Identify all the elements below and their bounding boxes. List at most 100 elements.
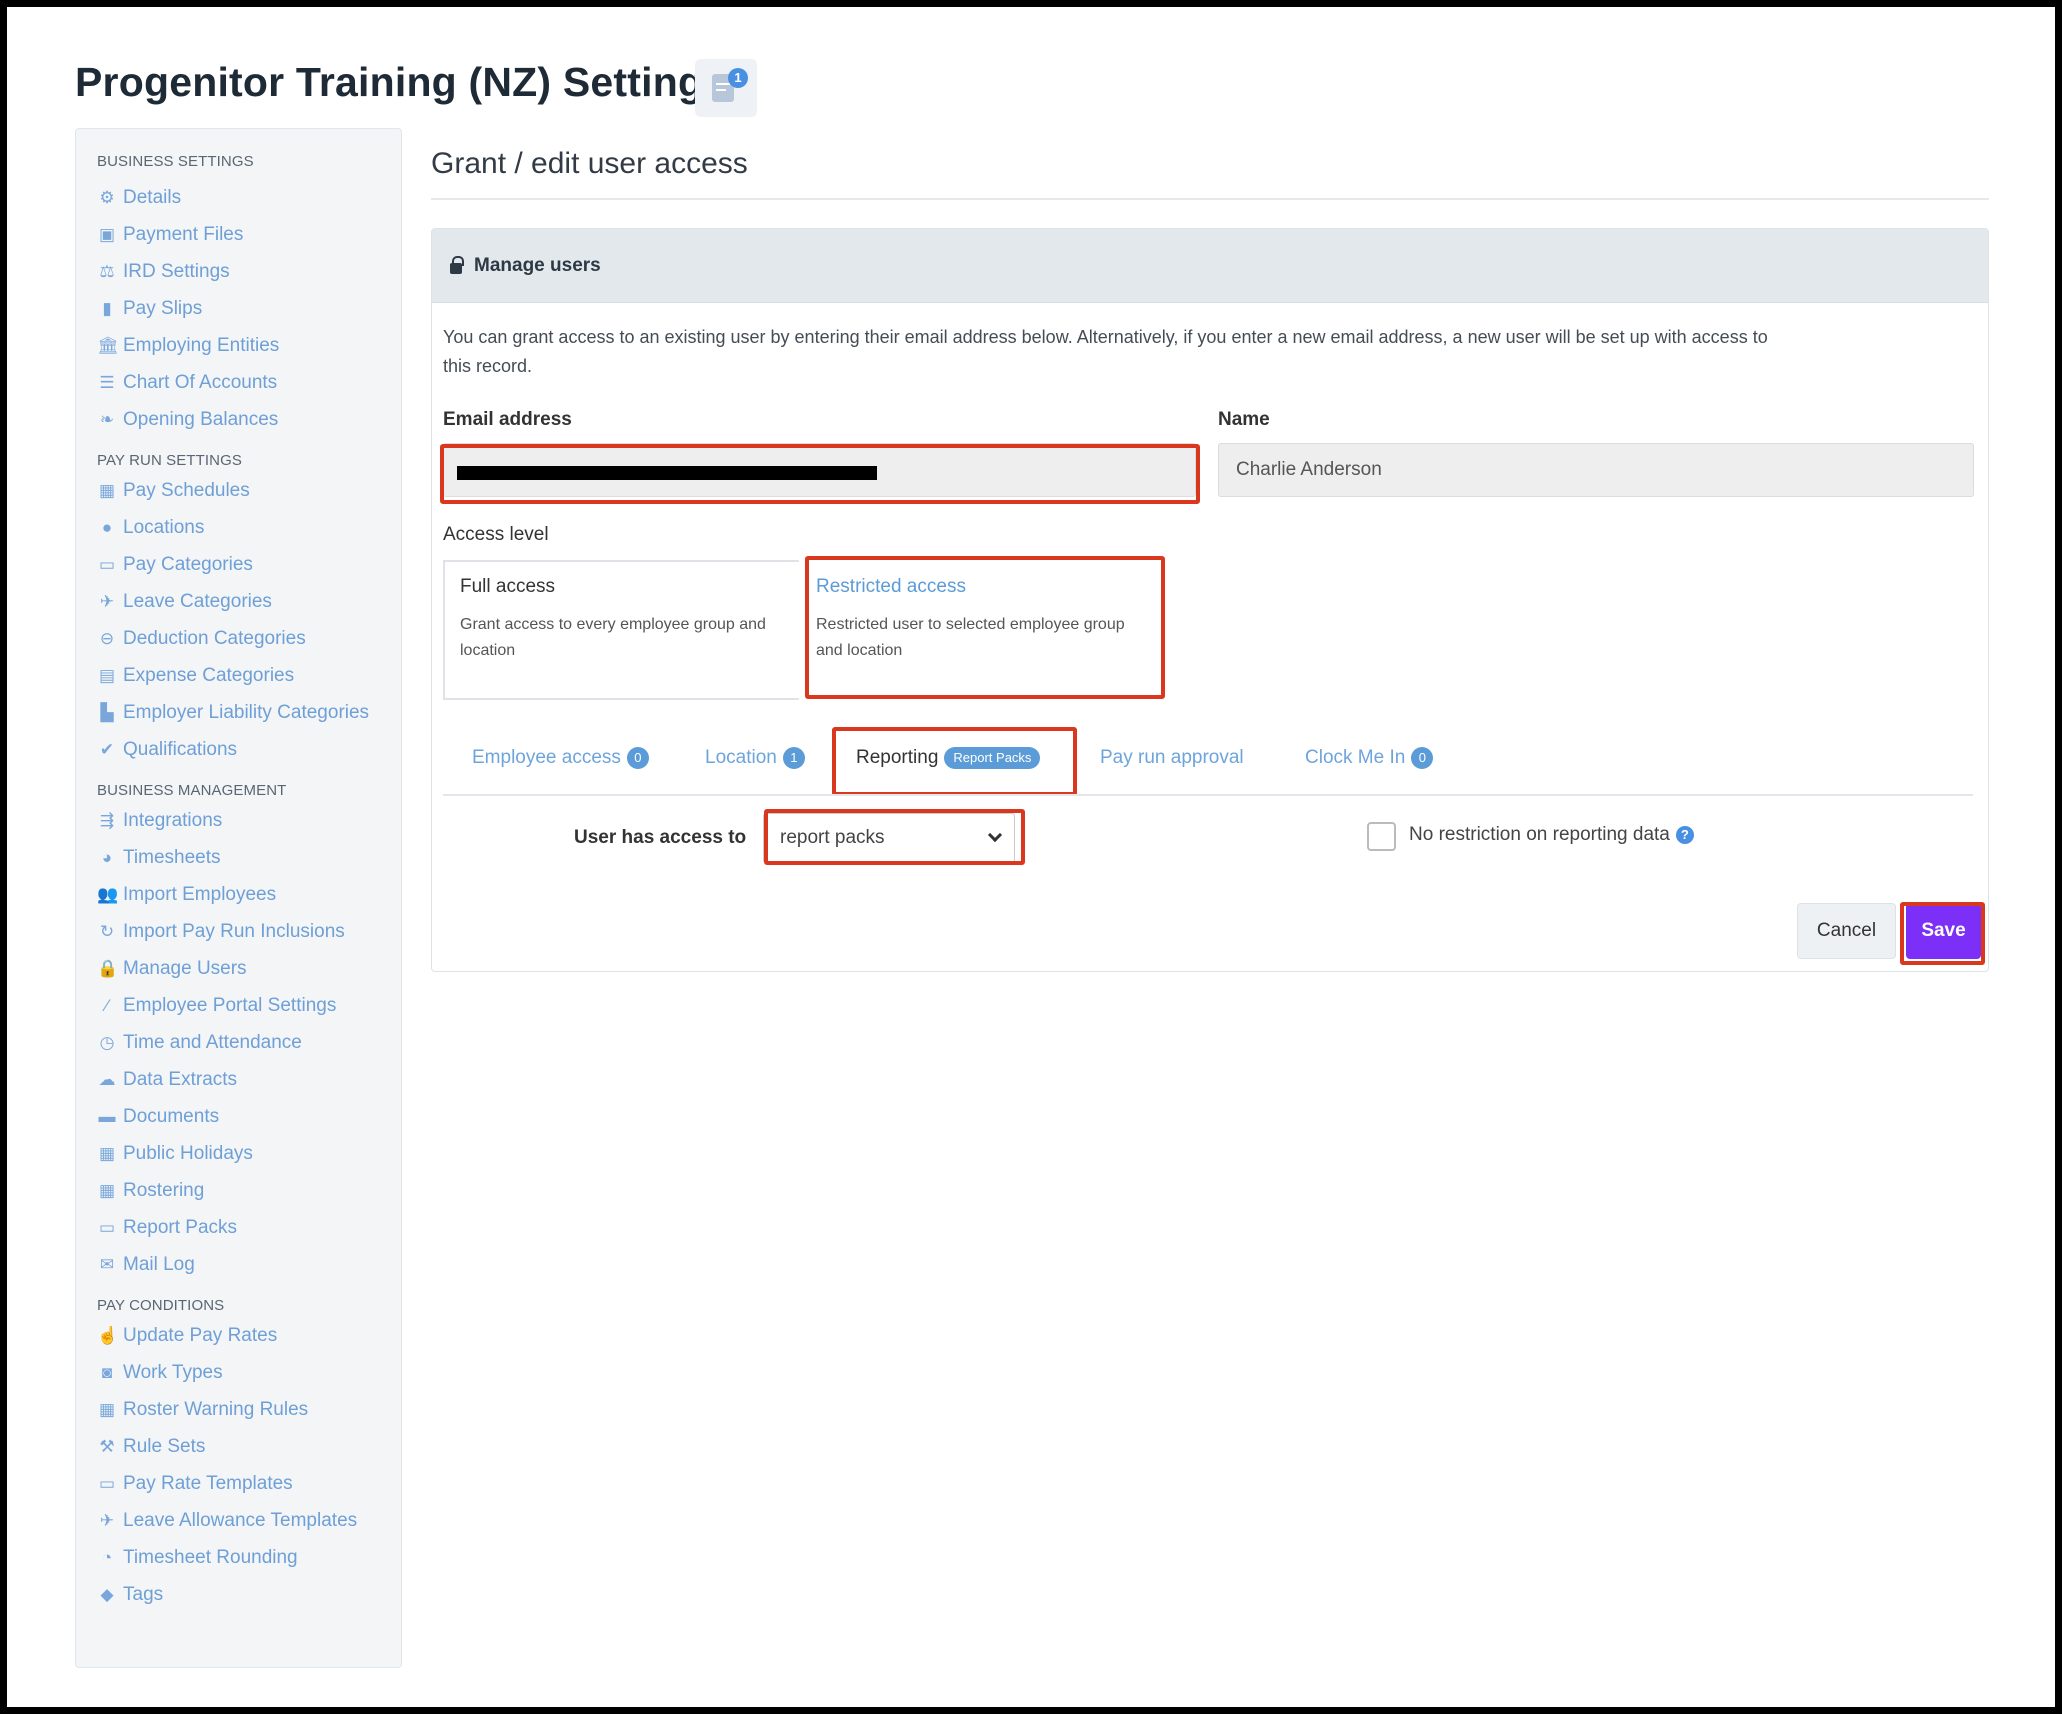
integrations-icon: ⇶ (99, 810, 115, 830)
tab-pay-run-approval[interactable]: Pay run approval (1100, 743, 1244, 773)
leaf-icon: ❧ (99, 409, 115, 429)
minus-circle-icon: ⊖ (99, 628, 115, 648)
location-count: 1 (782, 747, 805, 769)
sidebar-item-documents[interactable]: ▬ Documents (97, 1098, 401, 1135)
sidebar-item-employing-entities[interactable]: 🏛 Employing Entities (97, 327, 401, 364)
folder-icon: ▬ (98, 1106, 116, 1126)
notes-icon[interactable]: 1 (695, 59, 757, 117)
help-icon[interactable]: ? (1675, 826, 1694, 844)
sidebar-item-pay-rate-templates[interactable]: ▭ Pay Rate Templates (97, 1465, 401, 1502)
sidebar-item-rule-sets[interactable]: ⚒ Rule Sets (97, 1428, 401, 1465)
panel-header: Manage users (432, 229, 1988, 303)
sidebar-item-import-pay-run-inclusions[interactable]: ↻ Import Pay Run Inclusions (97, 913, 401, 950)
tab-location[interactable]: Location 1 (705, 743, 805, 773)
full-access-title: Full access (460, 576, 556, 597)
sidebar-item-leave-allowance-templates[interactable]: ✈ Leave Allowance Templates (97, 1502, 401, 1539)
clock-icon: ◔ (101, 1547, 113, 1567)
sidebar-item-timesheet-rounding[interactable]: ◔ Timesheet Rounding (97, 1539, 401, 1576)
sidebar-item-qualifications[interactable]: ✔ Qualifications (97, 731, 401, 768)
clock-icon: ◕ (101, 847, 113, 867)
sidebar-item-data-extracts[interactable]: ☁ Data Extracts (97, 1061, 401, 1098)
sidebar-item-report-packs[interactable]: ▭ Report Packs (97, 1209, 401, 1246)
save-button[interactable]: Save (1906, 903, 1981, 959)
file-icon: ▮ (102, 298, 112, 318)
lock-icon (450, 255, 464, 274)
sidebar-item-tags[interactable]: ◆ Tags (97, 1576, 401, 1613)
cancel-button[interactable]: Cancel (1797, 903, 1896, 959)
money-icon: ▭ (98, 1473, 116, 1493)
chevron-down-icon (987, 827, 1003, 843)
settings-sidebar: BUSINESS SETTINGS ⚙ Details ▣ Payment File… (75, 128, 402, 1668)
sidebar-item-import-employees[interactable]: 👥 Import Employees (97, 876, 401, 913)
notes-count-badge: 1 (728, 68, 748, 88)
sidebar-heading-business-settings: BUSINESS SETTINGS (97, 153, 254, 170)
sidebar-item-work-types[interactable]: ◙ Work Types (97, 1354, 401, 1391)
sidebar-heading-pay-conditions: PAY CONDITIONS (97, 1297, 225, 1314)
cloud-download-icon: ☁ (98, 1069, 116, 1089)
sidebar-item-leave-categories[interactable]: ✈ Leave Categories (97, 583, 401, 620)
sidebar-item-rostering[interactable]: ▦ Rostering (97, 1172, 401, 1209)
access-level-label: Access level (443, 524, 549, 545)
tab-reporting[interactable]: Reporting Report Packs (856, 743, 1041, 773)
report-access-select[interactable]: report packs (763, 813, 1015, 863)
sidebar-item-update-pay-rates[interactable]: ☝ Update Pay Rates (97, 1317, 401, 1354)
sidebar-item-roster-warning-rules[interactable]: ▦ Roster Warning Rules (97, 1391, 401, 1428)
sidebar-item-opening-balances[interactable]: ❧ Opening Balances (97, 401, 401, 438)
tab-employee-access[interactable]: Employee access 0 (472, 743, 649, 773)
email-field[interactable] (443, 443, 1196, 497)
screenshot-frame: Progenitor Training (NZ) Settings 1 BUSI… (7, 7, 2055, 1707)
lock-icon: 🔒 (97, 958, 119, 978)
sidebar-item-locations[interactable]: ● Locations (97, 509, 401, 546)
sidebar-item-employee-portal-settings[interactable]: ⁄ Employee Portal Settings (97, 987, 401, 1024)
refresh-icon: ↻ (99, 921, 115, 941)
sidebar-item-integrations[interactable]: ⇶ Integrations (97, 802, 401, 839)
sidebar-item-timesheets[interactable]: ◕ Timesheets (97, 839, 401, 876)
envelope-icon: ✉ (99, 1254, 115, 1274)
name-label: Name (1218, 409, 1270, 430)
page-title: Progenitor Training (NZ) Settings (75, 59, 727, 105)
sidebar-item-employer-liability-categories[interactable]: ▙ Employer Liability Categories (97, 694, 401, 731)
sidebar-item-deduction-categories[interactable]: ⊖ Deduction Categories (97, 620, 401, 657)
name-field[interactable]: Charlie Anderson (1218, 443, 1974, 497)
institution-icon: 🏛 (97, 335, 119, 355)
calendar-icon: ▦ (98, 1180, 116, 1200)
calendar-warning-icon: ▦ (98, 1399, 116, 1419)
intro-text: You can grant access to an existing user… (443, 327, 1768, 376)
sidebar-item-payment-files[interactable]: ▣ Payment Files (97, 216, 401, 253)
plane-icon: ✈ (99, 1510, 115, 1530)
restricted-access-option[interactable]: Restricted access Restricted user to sel… (799, 560, 1155, 700)
list-icon: ☰ (99, 372, 115, 392)
users-icon: 👥 (97, 884, 119, 904)
sidebar-item-pay-categories[interactable]: ▭ Pay Categories (97, 546, 401, 583)
email-label: Email address (443, 409, 572, 430)
sidebar-item-expense-categories[interactable]: ▤ Expense Categories (97, 657, 401, 694)
sidebar-item-details[interactable]: ⚙ Details (97, 179, 401, 216)
scales-icon: ⚖ (99, 261, 115, 281)
sidebar-heading-pay-run-settings: PAY RUN SETTINGS (97, 452, 242, 469)
full-access-option[interactable]: Full access Grant access to every employ… (443, 560, 801, 700)
gear-icon: ⚙ (99, 187, 115, 207)
sidebar-item-ird-settings[interactable]: ⚖ IRD Settings (97, 253, 401, 290)
manage-users-panel: Manage users You can grant access to an … (431, 228, 1989, 972)
tab-clock-me-in[interactable]: Clock Me In 0 (1305, 743, 1434, 773)
tag-icon: ◆ (100, 1584, 114, 1604)
restricted-access-title: Restricted access (816, 576, 966, 597)
sidebar-item-manage-users[interactable]: 🔒 Manage Users (97, 950, 401, 987)
stopwatch-icon: ◷ (99, 1032, 115, 1052)
no-restriction-checkbox[interactable] (1367, 822, 1396, 851)
title-divider (431, 198, 1989, 200)
sidebar-item-chart-of-accounts[interactable]: ☰ Chart Of Accounts (97, 364, 401, 401)
sidebar-item-mail-log[interactable]: ✉ Mail Log (97, 1246, 401, 1283)
sidebar-item-pay-schedules[interactable]: ▦ Pay Schedules (97, 472, 401, 509)
no-restriction-label: No restriction on reporting data? (1409, 824, 1694, 846)
redacted-email (457, 466, 877, 480)
sidebar-item-time-and-attendance[interactable]: ◷ Time and Attendance (97, 1024, 401, 1061)
check-icon: ✔ (99, 739, 115, 759)
report-packs-badge: Report Packs (944, 747, 1041, 769)
main-title: Grant / edit user access (431, 147, 748, 180)
sidebar-heading-business-management: BUSINESS MANAGEMENT (97, 782, 287, 799)
employee-access-count: 0 (626, 747, 649, 769)
sidebar-item-pay-slips[interactable]: ▮ Pay Slips (97, 290, 401, 327)
sidebar-item-public-holidays[interactable]: ▦ Public Holidays (97, 1135, 401, 1172)
archive-icon: ▤ (98, 665, 116, 685)
